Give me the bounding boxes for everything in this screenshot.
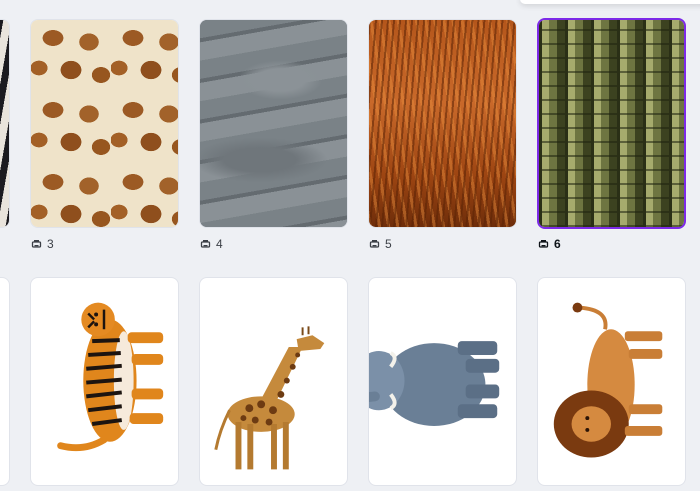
giraffe-texture-image [31, 20, 178, 227]
page-thumbnail-elephant[interactable] [368, 277, 517, 486]
page-thumbnail-giraffe[interactable] [199, 277, 348, 486]
page-stack-icon [31, 240, 42, 248]
page-number-5: 5 [369, 236, 392, 252]
page-thumbnail-tiger[interactable] [30, 277, 179, 486]
page-stack-icon [538, 240, 549, 248]
page-number-label: 5 [385, 237, 392, 251]
zebra-texture-image [0, 20, 9, 227]
page-number-4: 4 [200, 236, 223, 252]
page-thumbnail-6[interactable] [537, 18, 686, 229]
page-stack-icon [369, 240, 380, 248]
page-number-3: 3 [31, 236, 54, 252]
page-number-label: 6 [554, 237, 561, 251]
elephant-illustration [369, 341, 500, 426]
page-number-6: 6 [538, 236, 561, 252]
page-thumbnail-5[interactable] [368, 19, 517, 228]
floating-panel-edge [520, 0, 700, 4]
page-number-label: 3 [47, 237, 54, 251]
tiger-illustration [57, 302, 164, 452]
crocodile-skin-texture-image [539, 20, 684, 227]
page-thumbnail-3[interactable] [30, 19, 179, 228]
page-thumbnail-zebra[interactable] [0, 19, 10, 228]
page-number-label: 4 [216, 237, 223, 251]
page-thumbnail-4[interactable] [199, 19, 348, 228]
page-thumbnail-lion[interactable] [537, 277, 686, 486]
page-thumbnail-partial[interactable] [0, 277, 10, 486]
page-stack-icon [200, 240, 211, 248]
lion-mane-texture-image [369, 20, 516, 227]
rhino-skin-texture-image [200, 20, 347, 227]
page-grid: 3 4 5 6 [0, 0, 700, 491]
lion-illustration [553, 302, 663, 458]
giraffe-illustration [214, 326, 325, 470]
